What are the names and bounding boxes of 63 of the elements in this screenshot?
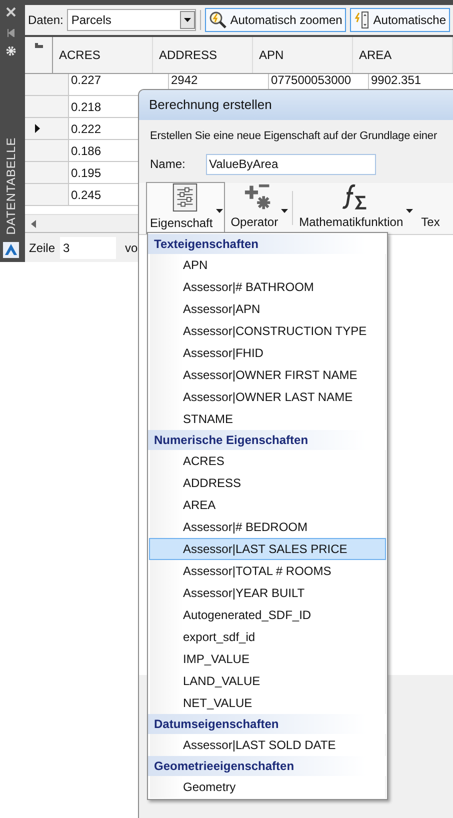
menu-item[interactable]: IMP_VALUE <box>149 648 386 670</box>
sliders-icon <box>172 182 198 212</box>
caret-icon <box>180 11 196 29</box>
table-cell-text: 0.195 <box>71 164 102 182</box>
row-number-field[interactable]: 3 <box>60 236 116 258</box>
table-cell: 2942 <box>171 74 198 87</box>
menu-item[interactable]: Assessor|OWNER FIRST NAME <box>149 364 386 386</box>
table-cell: 9902.351 <box>371 74 422 87</box>
menu-item[interactable]: Assessor|# BATHROOM <box>149 276 386 298</box>
menu-item[interactable]: Assessor|LAST SOLD DATE <box>149 734 386 756</box>
column-header[interactable]: ACRES <box>53 37 153 73</box>
close-icon[interactable] <box>6 7 16 17</box>
table-cell: 0.227 <box>71 74 102 87</box>
app-logo-icon <box>3 242 19 258</box>
column-header[interactable]: APN <box>253 37 353 73</box>
tool-button[interactable]: Operator <box>226 182 290 234</box>
row-header[interactable] <box>25 118 69 140</box>
menu-item[interactable]: Geometry <box>149 776 386 798</box>
menu-item[interactable]: Autogenerated_SDF_ID <box>149 604 386 626</box>
tool-button[interactable]: Mathematikfunktion <box>295 182 416 234</box>
name-label: Name: <box>150 156 186 173</box>
autohide-icon[interactable] <box>6 28 16 38</box>
auto-zoom-button[interactable]: Automatisch zoomen <box>205 8 346 32</box>
magnifier-icon <box>209 11 228 29</box>
name-field[interactable]: ValueByArea <box>206 154 376 174</box>
table-cell: 077500053000 <box>271 74 352 87</box>
menu-item[interactable]: Assessor|CONSTRUCTION TYPE <box>149 320 386 342</box>
menu-item[interactable]: export_sdf_id <box>149 626 386 648</box>
tool-button[interactable]: Eigenschaft <box>146 182 225 234</box>
menu-item[interactable]: ACRES <box>149 450 386 472</box>
auto-select-button[interactable]: Automatische <box>350 8 450 32</box>
menu-item[interactable]: Assessor|# BEDROOM <box>149 516 386 538</box>
dialog-title: Berechnung erstellen <box>139 90 453 120</box>
menu-item[interactable]: Assessor|LAST SALES PRICE <box>149 538 386 560</box>
current-row-icon <box>35 124 40 133</box>
palette-title: DATENTABELLE <box>3 137 19 235</box>
menu-item[interactable]: Assessor|APN <box>149 298 386 320</box>
menu-item[interactable]: APN <box>149 254 386 276</box>
select-all-icon[interactable] <box>34 43 42 48</box>
menu-item[interactable]: Assessor|OWNER LAST NAME <box>149 386 386 408</box>
table-cell-text: 0.186 <box>71 142 102 160</box>
settings-icon[interactable] <box>5 45 17 57</box>
menu-item[interactable]: STNAME <box>149 408 386 430</box>
menu-item[interactable]: LAND_VALUE <box>149 670 386 692</box>
row-count-label: vo <box>125 240 138 256</box>
data-label: Daten: <box>28 12 64 29</box>
column-header[interactable]: ADDRESS <box>153 37 253 73</box>
selection-icon <box>354 11 370 29</box>
column-header[interactable]: AREA <box>353 37 453 73</box>
table-cell-text: 0.222 <box>71 120 102 138</box>
tool-button[interactable]: Tex <box>417 182 444 234</box>
menu-item[interactable]: Assessor|FHID <box>149 342 386 364</box>
row-label: Zeile <box>29 240 56 256</box>
table-cell-text: 0.245 <box>71 186 102 204</box>
menu-item[interactable]: Assessor|TOTAL # ROOMS <box>149 560 386 582</box>
menu-item[interactable]: NET_VALUE <box>149 692 386 714</box>
menu-item[interactable]: ADDRESS <box>149 472 386 494</box>
table-cell-text: 0.218 <box>71 98 102 116</box>
menu-item[interactable]: Assessor|YEAR BUILT <box>149 582 386 604</box>
dialog-description: Erstellen Sie eine neue Eigenschaft auf der Grundlage einer <box>149 129 438 144</box>
scroll-left-icon[interactable] <box>31 220 36 228</box>
menu-item[interactable]: AREA <box>149 494 386 516</box>
data-dropdown[interactable]: Parcels <box>67 9 196 31</box>
